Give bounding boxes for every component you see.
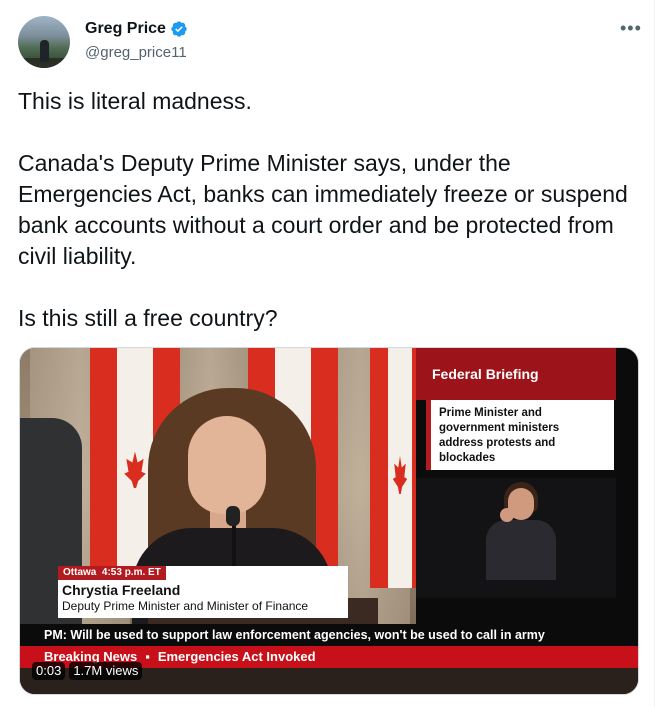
speaker-name: Chrystia Freeland <box>62 582 181 598</box>
tweet: Greg Price @greg_price11 ••• This is lit… <box>0 0 655 707</box>
breaking-text: Emergencies Act Invoked <box>157 649 316 664</box>
elapsed-time: 0:03 <box>32 662 66 680</box>
avatar[interactable] <box>18 16 70 68</box>
video-player[interactable]: Federal Briefing Prime Minister and gove… <box>19 347 639 695</box>
panel-description: Prime Minister and government ministers … <box>426 400 614 470</box>
panel-title: Federal Briefing <box>416 348 616 400</box>
verified-badge-icon <box>171 21 187 37</box>
author-name[interactable]: Greg Price <box>85 20 166 38</box>
separator: ▪ <box>145 649 150 664</box>
news-ticker: PM: Will be used to support law enforcem… <box>20 624 638 646</box>
speaker-title: Deputy Prime Minister and Minister of Fi… <box>62 599 309 613</box>
author-handle[interactable]: @greg_price11 <box>85 44 187 61</box>
microphone-icon <box>226 506 240 526</box>
view-count: 1.7M views <box>69 662 143 680</box>
more-options-icon[interactable]: ••• <box>620 18 642 39</box>
author-row: Greg Price <box>85 20 188 38</box>
lower-third-tag: Ottawa 4:53 p.m. ET <box>58 566 166 580</box>
tweet-text: This is literal madness. Canada's Deputy… <box>18 88 628 331</box>
video-badges: 0:03 1.7M views <box>32 662 143 680</box>
